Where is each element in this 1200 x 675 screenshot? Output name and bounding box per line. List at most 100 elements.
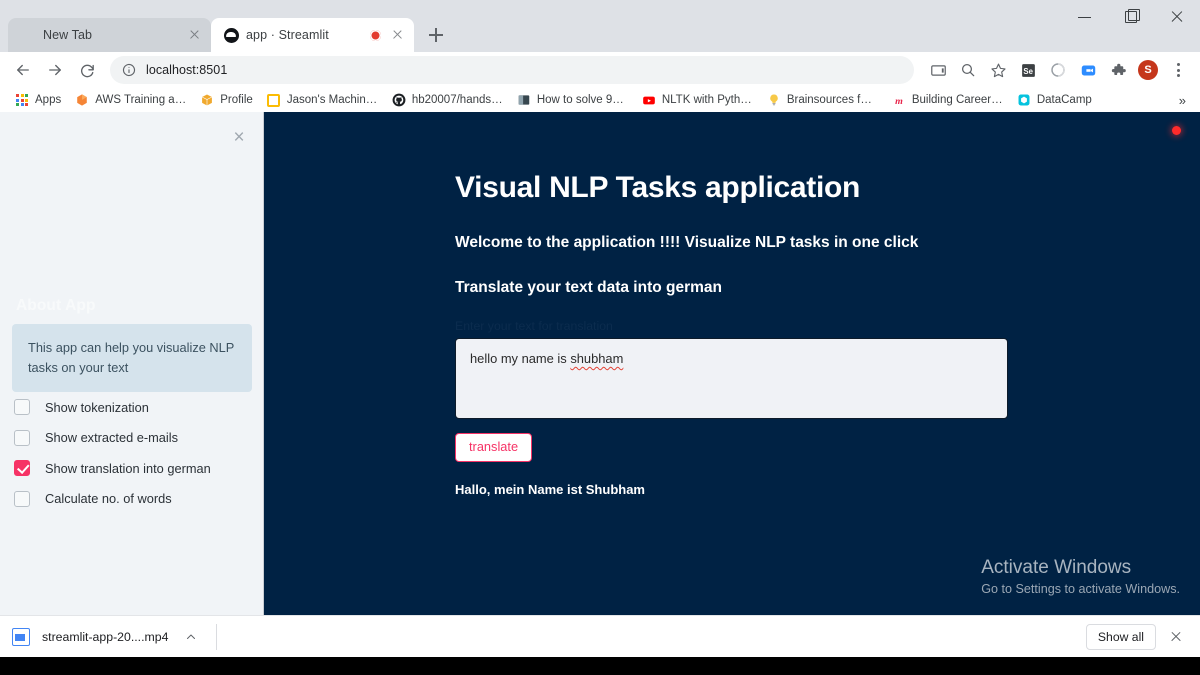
folder-outline-icon <box>267 93 281 107</box>
bookmark-label: AWS Training and C... <box>95 94 187 106</box>
screen: New Tab app · Streamlit localhost:8501 S… <box>0 0 1200 675</box>
sidebar-info-box: This app can help you visualize NLP task… <box>12 324 252 392</box>
taskbar <box>0 657 1200 675</box>
bookmark-nltk-python[interactable]: NLTK with Python 3... <box>635 91 760 109</box>
streamlit-favicon-icon <box>223 27 239 43</box>
close-icon[interactable] <box>1164 625 1188 649</box>
sidebar-heading: About App <box>16 297 96 314</box>
bookmark-label: Brainsources for #N... <box>786 94 878 106</box>
datacamp-icon <box>1017 93 1031 107</box>
record-dot-icon <box>370 29 381 41</box>
close-icon[interactable] <box>388 26 406 44</box>
checkbox-calculate-no-of-words[interactable]: Calculate no. of words <box>14 490 254 507</box>
new-tab-button[interactable] <box>422 21 450 49</box>
avatar[interactable]: S <box>1134 56 1162 84</box>
video-file-icon <box>12 627 30 646</box>
bookmark-jasons-machine-learning[interactable]: Jason's Machine Le... <box>260 91 385 109</box>
minimize-icon[interactable] <box>1062 0 1108 33</box>
bookmark-building-career[interactable]: m Building Career in A... <box>885 91 1010 109</box>
windows-activation-watermark: Activate Windows Go to Settings to activ… <box>981 555 1180 599</box>
download-item[interactable]: streamlit-app-20....mp4 <box>12 626 202 648</box>
cast-icon[interactable] <box>924 56 952 84</box>
bookmark-label: hb20007/hands-on... <box>411 94 503 106</box>
svg-text:m: m <box>895 96 903 107</box>
download-bar-actions: Show all <box>1085 623 1188 650</box>
bookmarks-overflow-icon[interactable]: » <box>1179 93 1192 108</box>
zoom-meetings-icon[interactable] <box>1074 56 1102 84</box>
sidebar-checkbox-group: Show tokenization Show extracted e-mails… <box>14 399 254 507</box>
github-icon <box>392 93 406 107</box>
tab-title: New Tab <box>43 28 93 42</box>
checkbox-box-checked[interactable] <box>14 460 30 476</box>
textarea-value: hello my name is <box>470 351 571 366</box>
app-viewport: × About App This app can help you visual… <box>0 112 1200 615</box>
lightbulb-icon <box>767 93 781 107</box>
toolbar-icons: Se S <box>924 56 1192 84</box>
tab-favicon-blank <box>20 27 36 43</box>
circle-extension-icon[interactable] <box>1044 56 1072 84</box>
bookmark-how-to-solve[interactable]: How to solve 90%... <box>510 91 635 109</box>
bookmark-aws-training[interactable]: AWS Training and C... <box>68 91 193 109</box>
checkbox-label: Show extracted e-mails <box>45 430 178 445</box>
checkbox-show-translation-into-german[interactable]: Show translation into german <box>14 460 254 476</box>
bookmark-profile[interactable]: Profile <box>193 91 260 109</box>
close-sidebar-icon[interactable]: × <box>230 128 248 147</box>
bookmark-label: Apps <box>35 94 62 106</box>
info-circle-icon[interactable] <box>122 63 136 77</box>
bookmark-github-hands-on[interactable]: hb20007/hands-on... <box>385 91 510 109</box>
app-content: Visual NLP Tasks application Welcome to … <box>455 170 1008 497</box>
youtube-icon <box>642 93 656 107</box>
bookmark-brainsources[interactable]: Brainsources for #N... <box>760 91 885 109</box>
checkbox-label: Show translation into german <box>45 460 211 476</box>
watermark-title: Activate Windows <box>981 557 1132 578</box>
medium-m-icon: m <box>892 93 906 107</box>
package-icon <box>200 93 214 107</box>
textarea-label: Enter your text for translation <box>455 319 613 333</box>
back-arrow-icon[interactable] <box>8 55 38 85</box>
welcome-subtitle: Welcome to the application !!!! Visualiz… <box>455 234 919 251</box>
tab-app-streamlit[interactable]: app · Streamlit <box>211 18 414 52</box>
checkbox-show-extracted-emails[interactable]: Show extracted e-mails <box>14 429 254 446</box>
translate-button[interactable]: translate <box>455 433 533 462</box>
bookmark-label: Building Career in A... <box>911 94 1003 106</box>
address-bar[interactable]: localhost:8501 <box>110 56 914 84</box>
section-heading: Translate your text data into german <box>455 279 723 296</box>
checkbox-box[interactable] <box>14 429 30 446</box>
checkbox-box[interactable] <box>14 399 30 415</box>
avatar-initial: S <box>1138 60 1158 80</box>
svg-text:Se: Se <box>1023 67 1033 76</box>
zoom-search-icon[interactable] <box>954 56 982 84</box>
aws-icon <box>75 93 89 107</box>
extensions-puzzle-icon[interactable] <box>1104 56 1132 84</box>
apps-grid-icon <box>15 93 29 107</box>
show-all-button[interactable]: Show all <box>1085 623 1156 650</box>
bookmark-label: Profile <box>220 94 253 106</box>
chevron-up-icon[interactable] <box>180 626 202 648</box>
close-icon[interactable] <box>185 26 203 44</box>
window-controls <box>1062 0 1200 33</box>
bookmark-label: How to solve 90%... <box>536 94 628 106</box>
tab-strip: New Tab app · Streamlit <box>0 0 1200 52</box>
bookmark-star-icon[interactable] <box>984 56 1012 84</box>
tab-new-tab[interactable]: New Tab <box>8 18 211 52</box>
checkbox-box[interactable] <box>14 490 30 507</box>
kebab-menu-icon[interactable] <box>1164 56 1192 84</box>
bookmark-label: NLTK with Python 3... <box>661 94 753 106</box>
bookmark-datacamp[interactable]: DataCamp <box>1010 91 1099 109</box>
page-title: Visual NLP Tasks application <box>455 171 861 204</box>
text-input[interactable]: hello my name is shubham <box>455 338 1008 419</box>
download-file-name: streamlit-app-20....mp4 <box>42 629 169 644</box>
checkbox-show-tokenization[interactable]: Show tokenization <box>14 399 254 415</box>
checkbox-label: Show tokenization <box>45 399 149 415</box>
selenium-extension-icon[interactable]: Se <box>1014 56 1042 84</box>
watermark-subtitle: Go to Settings to activate Windows. <box>981 582 1180 596</box>
running-dot-icon <box>1172 126 1181 135</box>
close-icon[interactable] <box>1154 0 1200 33</box>
forward-arrow-icon[interactable] <box>40 55 70 85</box>
translation-result: Hallo, mein Name ist Shubham <box>455 482 645 497</box>
bookmark-apps[interactable]: Apps <box>8 91 68 109</box>
divider <box>216 623 218 650</box>
reload-icon[interactable] <box>72 55 102 85</box>
address-bar-url: localhost:8501 <box>146 63 228 77</box>
maximize-icon[interactable] <box>1108 0 1154 33</box>
